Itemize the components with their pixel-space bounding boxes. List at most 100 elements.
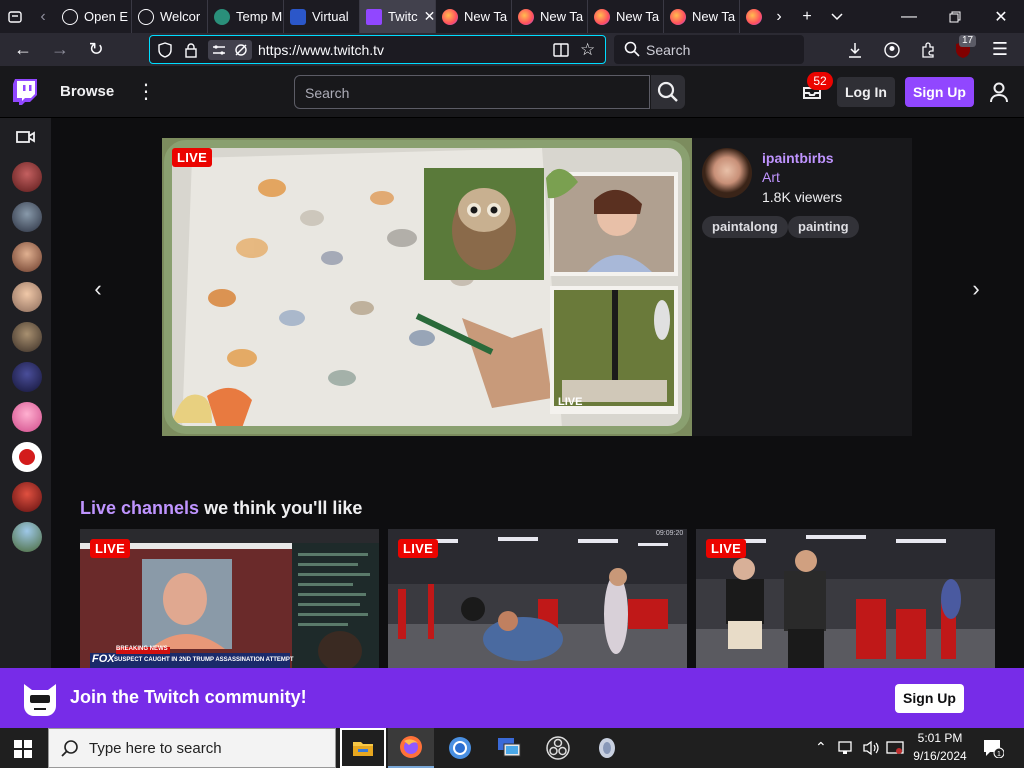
- bookmark-star-icon[interactable]: ☆: [580, 40, 595, 60]
- downloads-icon[interactable]: [840, 33, 870, 66]
- channel-card[interactable]: LIVE 09:09:20: [388, 529, 687, 668]
- firefox-icon: [442, 8, 458, 25]
- section-title: Live channels we think you'll like: [80, 498, 362, 519]
- tab-new[interactable]: New Ta: [512, 0, 588, 33]
- volume-icon[interactable]: [862, 740, 880, 761]
- firefox-icon: [746, 8, 762, 25]
- channel-avatar[interactable]: [12, 362, 42, 392]
- tab-label: New Ta: [616, 9, 660, 24]
- recommended-channels-icon[interactable]: [16, 129, 36, 150]
- new-tab-icon[interactable]: +: [792, 0, 822, 33]
- account-icon[interactable]: [877, 33, 907, 66]
- scroll-tabs-right-icon[interactable]: ›: [766, 0, 792, 33]
- channel-name-link[interactable]: ipaintbirbs: [762, 150, 834, 166]
- streamer-avatar[interactable]: [702, 148, 752, 198]
- tab-label: New Ta: [540, 9, 584, 24]
- channel-avatar[interactable]: [12, 522, 42, 552]
- github-icon: [138, 8, 154, 25]
- file-explorer-icon[interactable]: [340, 728, 386, 768]
- channel-avatar[interactable]: [12, 402, 42, 432]
- tab-open[interactable]: Open E: [56, 0, 132, 33]
- ublock-icon[interactable]: 17: [948, 33, 978, 66]
- back-icon[interactable]: ←: [8, 33, 38, 66]
- browser-tab-strip: ‹ Open E Welcor Temp M Virtual Twitc ✕ N…: [0, 0, 1024, 33]
- shield-icon[interactable]: [158, 42, 172, 63]
- tab-partial[interactable]: [740, 0, 766, 33]
- channel-avatar[interactable]: [12, 242, 42, 272]
- tab-new[interactable]: New Ta: [436, 0, 512, 33]
- overlay-live-text: LIVE: [558, 396, 583, 408]
- minimize-icon[interactable]: —: [886, 0, 932, 33]
- sign-up-button[interactable]: Sign Up: [905, 77, 974, 107]
- channel-avatar[interactable]: [12, 282, 42, 312]
- tab-new[interactable]: New Ta: [664, 0, 740, 33]
- reader-view-icon[interactable]: [553, 42, 569, 63]
- notifications-icon[interactable]: 1: [982, 738, 1005, 763]
- tab-twitch[interactable]: Twitc ✕: [360, 0, 436, 33]
- channel-avatar[interactable]: [12, 202, 42, 232]
- firefox-icon: [594, 8, 610, 25]
- tag-painting[interactable]: painting: [788, 216, 859, 238]
- news-ticker: SUSPECT CAUGHT IN 2ND TRUMP ASSASSINATIO…: [114, 657, 294, 663]
- featured-stream-info: ipaintbirbs Art 1.8K viewers paintalong …: [692, 138, 912, 436]
- obs-icon[interactable]: [535, 728, 581, 768]
- inbox-count-badge: 52: [807, 72, 833, 90]
- taskbar-search-box[interactable]: Type here to search: [48, 728, 336, 768]
- channel-avatar[interactable]: [12, 482, 42, 512]
- close-tab-icon[interactable]: ✕: [424, 8, 435, 25]
- twitch-logo-icon[interactable]: [13, 79, 37, 105]
- show-hidden-icons-icon[interactable]: ⌃: [815, 739, 827, 756]
- globe-icon: [214, 8, 230, 25]
- twitch-search-input[interactable]: Search: [294, 75, 650, 109]
- tab-label: Temp M: [236, 9, 283, 24]
- channel-avatar[interactable]: [12, 442, 42, 472]
- list-tabs-icon[interactable]: [822, 0, 852, 33]
- tab-welcome[interactable]: Welcor: [132, 0, 208, 33]
- url-bar[interactable]: https://www.twitch.tv ☆: [149, 35, 606, 64]
- tab-new[interactable]: New Ta: [588, 0, 664, 33]
- user-menu-icon[interactable]: [988, 81, 1010, 103]
- permissions-icon[interactable]: [208, 40, 252, 60]
- category-link[interactable]: Art: [762, 169, 780, 185]
- browse-link[interactable]: Browse: [60, 83, 114, 100]
- windows-start-icon[interactable]: [14, 740, 32, 763]
- live-badge: LIVE: [398, 539, 439, 558]
- section-title-accent[interactable]: Live channels: [80, 498, 199, 518]
- extensions-icon[interactable]: [913, 33, 943, 66]
- url-text[interactable]: https://www.twitch.tv: [258, 42, 384, 58]
- all-tabs-icon[interactable]: [0, 0, 30, 33]
- banner-sign-up-button[interactable]: Sign Up: [895, 684, 964, 713]
- lock-icon[interactable]: [184, 42, 198, 63]
- tab-temp[interactable]: Temp M: [208, 0, 284, 33]
- menu-icon[interactable]: ☰: [985, 33, 1015, 66]
- close-window-icon[interactable]: ✕: [978, 0, 1024, 33]
- featured-stream-player[interactable]: LIVE LIVE: [162, 138, 692, 436]
- forward-icon[interactable]: →: [45, 33, 75, 66]
- channel-avatar[interactable]: [12, 322, 42, 352]
- channel-card[interactable]: LIVE: [696, 529, 995, 668]
- browser-search-bar[interactable]: Search: [614, 35, 804, 64]
- tab-virtual[interactable]: Virtual: [284, 0, 360, 33]
- clock-time[interactable]: 5:01 PM: [910, 731, 970, 745]
- carousel-next-icon[interactable]: ›: [966, 276, 986, 301]
- firefox-taskbar-icon[interactable]: [388, 728, 434, 768]
- scroll-tabs-left-icon[interactable]: ‹: [30, 0, 56, 33]
- more-options-icon[interactable]: ⋮: [136, 80, 156, 104]
- twitch-search-button[interactable]: [651, 75, 685, 109]
- log-in-button[interactable]: Log In: [837, 77, 895, 107]
- tag-paintalong[interactable]: paintalong: [702, 216, 788, 238]
- channel-avatar[interactable]: [12, 162, 42, 192]
- extensions-badge: 17: [959, 35, 977, 47]
- app-icon[interactable]: [584, 728, 630, 768]
- chrome-icon[interactable]: [437, 728, 483, 768]
- tab-label: New Ta: [464, 9, 508, 24]
- display-icon[interactable]: [886, 740, 904, 761]
- network-icon[interactable]: [838, 740, 856, 761]
- reload-icon[interactable]: ↻: [81, 33, 111, 66]
- firefox-icon: [670, 8, 686, 25]
- clock-date[interactable]: 9/16/2024: [910, 749, 970, 763]
- channel-card[interactable]: LIVE BREAKING NEWS FOX SUSPECT CAUGHT IN…: [80, 529, 379, 668]
- restore-icon[interactable]: [932, 0, 978, 33]
- carousel-prev-icon[interactable]: ‹: [88, 276, 108, 301]
- remote-desktop-icon[interactable]: [486, 728, 532, 768]
